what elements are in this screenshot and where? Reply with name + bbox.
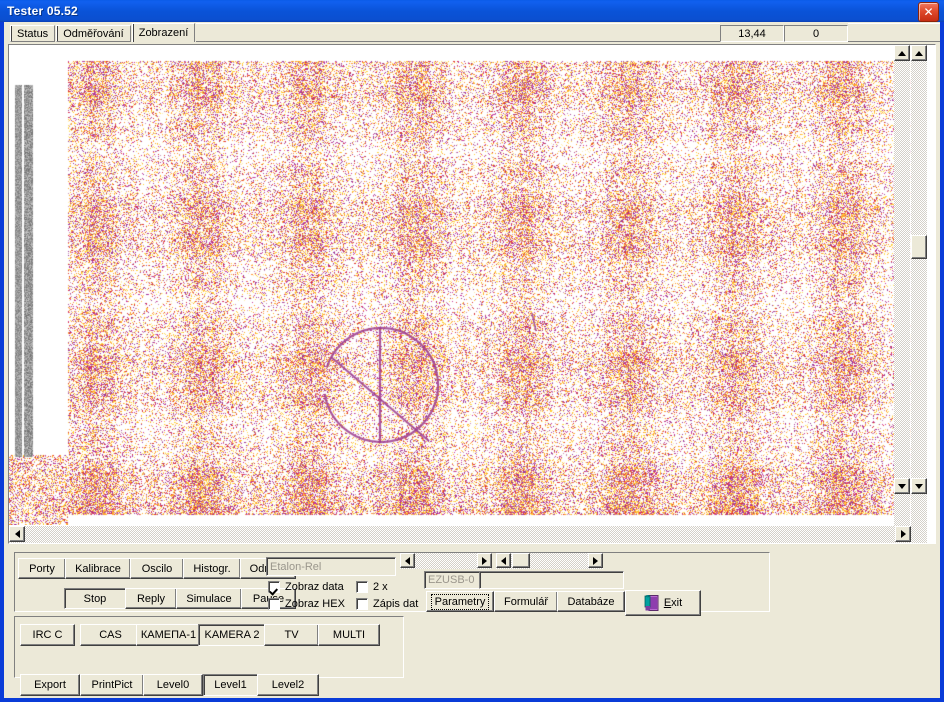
button-kalibrace[interactable]: Kalibrace [65, 558, 131, 579]
vertical-scrollbar-inner[interactable] [894, 45, 910, 526]
vertical-scrollbar-outer[interactable] [911, 45, 927, 543]
chevron-right-icon [900, 530, 906, 538]
checkbox-box[interactable] [356, 598, 368, 610]
checkbox-box[interactable] [268, 598, 280, 610]
tab-status[interactable]: Status [10, 25, 56, 42]
mini-scroll-right-button-1[interactable] [477, 553, 492, 568]
chevron-right-icon [482, 556, 487, 565]
chevron-left-icon [501, 556, 506, 565]
button-porty[interactable]: Porty [18, 558, 66, 579]
exit-door-icon [644, 594, 659, 611]
horizontal-scrollbar[interactable] [9, 526, 911, 543]
button-kamera-1[interactable]: КАМЕПА-1 [136, 624, 201, 646]
button-export[interactable]: Export [20, 674, 80, 696]
checkbox-box[interactable] [268, 581, 280, 593]
mini-scroll-right-button-2[interactable] [588, 553, 603, 568]
noise-image [9, 45, 919, 525]
scroll-down-button-inner[interactable] [894, 478, 910, 494]
scroll-down-button-outer[interactable] [911, 478, 927, 494]
button-formular[interactable]: Formulář [494, 591, 558, 612]
exit-rest: xit [671, 597, 683, 609]
button-multi[interactable]: MULTI [318, 624, 380, 646]
button-reply[interactable]: Reply [125, 588, 177, 609]
checkbox-2x[interactable]: 2 x [356, 581, 388, 593]
checkbox-label: Zobraz data [285, 581, 344, 593]
readout-value-1: 13,44 [720, 25, 784, 42]
button-level1[interactable]: Level1 [203, 674, 258, 696]
button-databaze[interactable]: Databáze [557, 591, 625, 612]
checkbox-label: Zobraz HEX [285, 598, 345, 610]
application-window: Tester 05.52 ✕ Status Odměřování Zobraze… [0, 0, 944, 702]
button-histogr[interactable]: Histogr. [183, 558, 241, 579]
close-icon[interactable]: ✕ [918, 2, 939, 22]
mini-scroll-left-button-1[interactable] [400, 553, 415, 568]
chevron-down-icon [898, 483, 906, 489]
tab-zobrazeni[interactable]: Zobrazení [131, 23, 196, 42]
scroll-left-button[interactable] [9, 526, 25, 542]
checkbox-zobraz-data[interactable]: Zobraz data [268, 581, 344, 593]
button-level2[interactable]: Level2 [257, 674, 319, 696]
readout-value-2: 0 [784, 25, 848, 42]
etalon-input[interactable]: Etalon-Rel [266, 557, 396, 576]
checkbox-zapis-dat[interactable]: Zápis dat [356, 598, 418, 610]
control-panel: Porty Kalibrace Oscilo Histogr. Odměř. S… [8, 548, 936, 696]
button-parametry[interactable]: Parametry [426, 591, 494, 612]
checkbox-box[interactable] [356, 581, 368, 593]
mini-scroll-left-button-2[interactable] [496, 553, 511, 568]
button-cas[interactable]: CAS [80, 624, 141, 646]
mini-scroll-thumb-2[interactable] [512, 553, 530, 568]
scroll-up-button-inner[interactable] [894, 45, 910, 61]
scroll-right-button[interactable] [895, 526, 911, 542]
button-level0[interactable]: Level0 [143, 674, 203, 696]
tab-filler [196, 23, 720, 42]
button-irc-c[interactable]: IRC C [20, 624, 75, 646]
button-simulace[interactable]: Simulace [176, 588, 242, 609]
button-oscilo[interactable]: Oscilo [130, 558, 184, 579]
mini-scrollbar-2[interactable] [496, 553, 603, 569]
exit-label: Exit [663, 597, 683, 609]
chevron-up-icon [898, 50, 906, 56]
chevron-left-icon [14, 530, 20, 538]
camera-image-view[interactable] [8, 44, 936, 544]
checkbox-label: 2 x [373, 581, 388, 593]
scroll-up-button-outer[interactable] [911, 45, 927, 61]
device-input[interactable]: EZUSB-0 [424, 571, 480, 589]
button-printpict[interactable]: PrintPict [80, 674, 144, 696]
chevron-up-icon [915, 50, 923, 56]
checkbox-zobraz-hex[interactable]: Zobraz HEX [268, 598, 345, 610]
checkbox-label: Zápis dat [373, 598, 419, 610]
button-tv[interactable]: TV [264, 624, 319, 646]
chevron-right-icon [593, 556, 598, 565]
mini-scrollbar-1[interactable] [400, 553, 492, 569]
tab-bar: Status Odměřování Zobrazení 13,44 0 [4, 22, 940, 42]
tab-odmerovani[interactable]: Odměřování [56, 25, 131, 42]
chevron-down-icon [915, 483, 923, 489]
chevron-left-icon [405, 556, 410, 565]
title-bar: Tester 05.52 ✕ [0, 0, 944, 22]
button-stop[interactable]: Stop [64, 588, 126, 609]
button-exit[interactable]: Exit [625, 590, 701, 616]
scroll-thumb-outer[interactable] [911, 235, 927, 259]
device-input-extra[interactable] [479, 571, 624, 589]
button-kamera-2[interactable]: KAMERA 2 [198, 624, 266, 646]
window-title: Tester 05.52 [7, 4, 78, 18]
